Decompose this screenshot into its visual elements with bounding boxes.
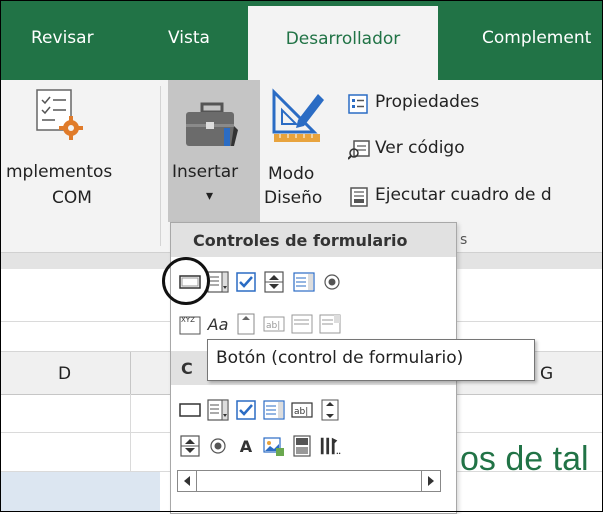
screenshot-border [0, 0, 603, 512]
